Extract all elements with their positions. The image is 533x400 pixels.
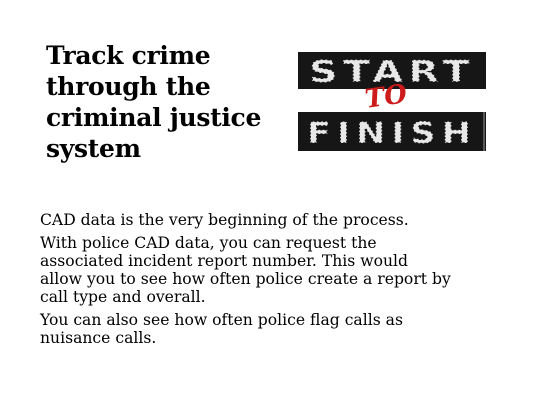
slide-body: CAD data is the very beginning of the pr… <box>40 211 510 352</box>
start-to-finish-graphic: START TO FINISH <box>298 52 486 151</box>
title-line: criminal justice <box>46 103 262 132</box>
body-paragraph: CAD data is the very beginning of the pr… <box>40 211 510 229</box>
paragraph-line: allow you to see how often police create… <box>40 270 451 288</box>
paragraph-line: nuisance calls. <box>40 329 157 347</box>
paragraph-line: associated incident report number. This … <box>40 252 408 270</box>
finish-word: FINISH <box>307 116 477 150</box>
paragraph-line: With police CAD data, you can request th… <box>40 234 377 252</box>
paragraph-line: You can also see how often police flag c… <box>40 311 403 329</box>
title-line: system <box>46 134 141 163</box>
title-line: through the <box>46 72 211 101</box>
body-paragraph: You can also see how often police flag c… <box>40 311 510 347</box>
paragraph-line: call type and overall. <box>40 288 206 306</box>
paragraph-line: CAD data is the very beginning of the pr… <box>40 211 409 229</box>
slide-title: Track crime through the criminal justice… <box>46 40 286 164</box>
to-word: TO <box>363 79 409 115</box>
body-paragraph: With police CAD data, you can request th… <box>40 234 510 306</box>
start-to-finish-image: START TO FINISH <box>298 52 486 151</box>
title-line: Track crime <box>46 41 211 70</box>
